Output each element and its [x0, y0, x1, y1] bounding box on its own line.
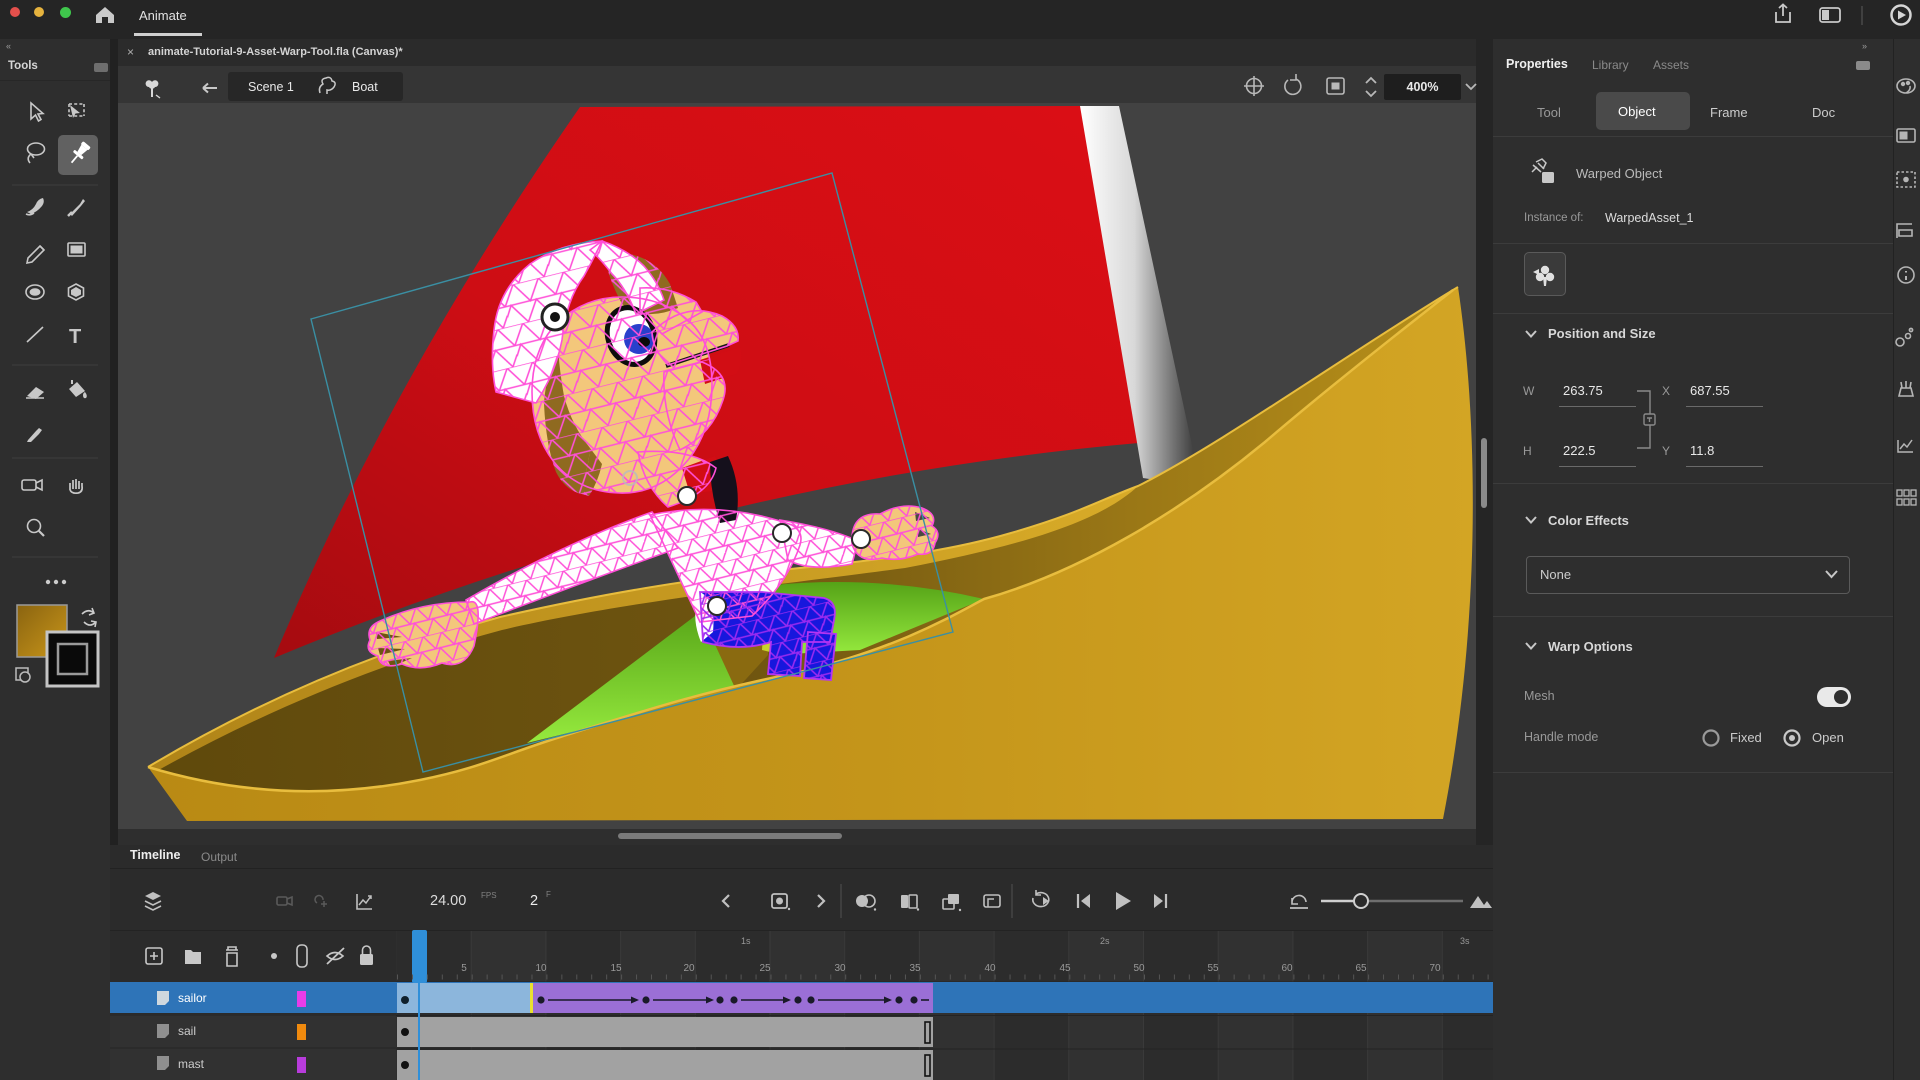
svg-text:T: T: [69, 326, 81, 348]
